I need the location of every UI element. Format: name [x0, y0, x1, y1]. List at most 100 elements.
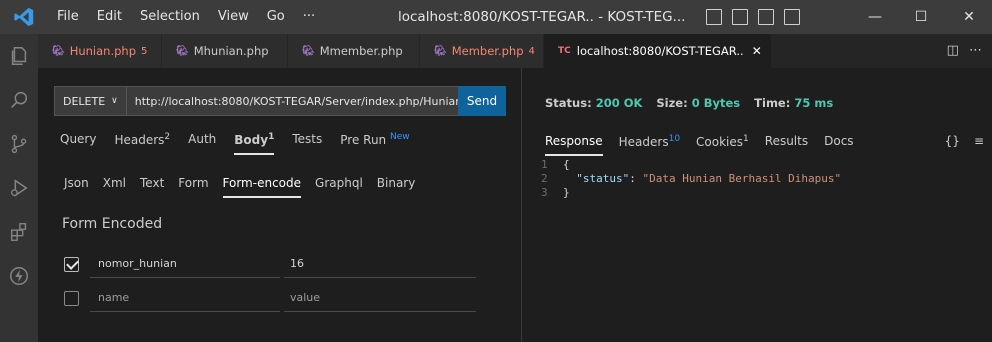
body-tab-json[interactable]: Json	[64, 176, 89, 198]
size-info: Size: 0 Bytes	[656, 96, 740, 110]
code-line: 3}	[541, 186, 841, 200]
format-json-icon[interactable]: {}	[945, 134, 960, 148]
toggle-secondary-sidebar-icon[interactable]	[758, 9, 774, 25]
close-window-button[interactable]: ✕	[946, 0, 992, 34]
menu-go[interactable]: Go	[258, 0, 294, 34]
tab-count: 2	[164, 132, 171, 142]
tab-label: Headers	[618, 135, 669, 149]
tab-cookies[interactable]: Cookies1	[696, 134, 749, 156]
tab-label: Hunian.php	[69, 44, 137, 58]
body-tab-xml[interactable]: Xml	[103, 176, 126, 198]
status-value: 200 OK	[595, 96, 643, 110]
form-row: name value	[60, 284, 480, 314]
tab-badge: 4	[528, 45, 535, 57]
tab-tests[interactable]: Tests	[292, 132, 322, 155]
tab-response-headers[interactable]: Headers10	[619, 134, 680, 156]
menu-icon[interactable]: ≡	[974, 134, 984, 148]
status-info: Status: 200 OK	[545, 96, 642, 110]
body-tab-text[interactable]: Text	[140, 176, 164, 198]
customize-layout-icon[interactable]	[784, 9, 800, 25]
body-tab-form-encode[interactable]: Form-encode	[222, 176, 302, 198]
menu-view[interactable]: View	[209, 0, 258, 34]
code-line: 1{	[541, 158, 841, 172]
request-tabs: Query Headers2 Auth Body1 Tests Pre Run …	[60, 132, 410, 155]
form-value-input[interactable]: 16	[284, 250, 476, 278]
json-key: "status"	[576, 172, 630, 185]
response-meta: Status: 200 OK Size: 0 Bytes Time: 75 ms	[545, 96, 833, 110]
minimize-button[interactable]: —	[852, 0, 898, 34]
tab-label: Body	[234, 133, 269, 147]
maximize-button[interactable]: ☐	[898, 0, 944, 34]
method-value: DELETE	[63, 94, 106, 108]
send-button[interactable]: Send	[458, 86, 506, 116]
chevron-down-icon: ∨	[111, 96, 118, 106]
tab-label: Cookies	[696, 135, 744, 149]
editor-tabs: 🐘︎ Hunian.php 5 🐘︎ Mhunian.php 🐘︎ Mmembe…	[38, 34, 992, 68]
body-tab-form[interactable]: Form	[178, 176, 208, 198]
code-text: {	[563, 158, 570, 171]
tab-mhunian-php[interactable]: 🐘︎ Mhunian.php	[162, 34, 288, 68]
body-tab-binary[interactable]: Binary	[377, 176, 416, 198]
close-tab-icon[interactable]: ✕	[752, 44, 762, 58]
line-number: 2	[541, 172, 548, 185]
tab-response[interactable]: Response	[545, 134, 603, 156]
source-control-icon[interactable]	[0, 122, 38, 166]
more-actions-icon[interactable]: ⋯	[969, 43, 982, 58]
split-editor-icon[interactable]: ◫	[947, 43, 959, 58]
activity-bar	[0, 34, 38, 342]
body-tab-graphql[interactable]: Graphql	[315, 176, 363, 198]
form-row-checkbox[interactable]	[64, 257, 79, 272]
line-number: 3	[541, 186, 548, 199]
run-debug-icon[interactable]	[0, 166, 38, 210]
tab-label: Pre Run	[340, 133, 387, 147]
vscode-logo-icon	[0, 0, 48, 34]
tab-label: Member.php	[451, 44, 524, 58]
php-icon: 🐘︎	[302, 45, 315, 57]
tab-docs[interactable]: Docs	[824, 134, 853, 156]
tab-body[interactable]: Body1	[234, 132, 275, 155]
menu-file[interactable]: File	[48, 0, 88, 34]
php-icon: 🐘︎	[176, 45, 189, 57]
tab-headers[interactable]: Headers2	[114, 132, 170, 155]
tab-pre-run[interactable]: Pre Run New	[340, 132, 409, 155]
tab-thunder-request[interactable]: TC localhost:8080/KOST-TEGAR.. ✕	[544, 34, 772, 68]
menu-edit[interactable]: Edit	[88, 0, 131, 34]
form-key-input[interactable]: nomor_hunian	[90, 250, 280, 278]
search-icon[interactable]	[0, 78, 38, 122]
menu-selection[interactable]: Selection	[131, 0, 209, 34]
line-number: 1	[541, 158, 548, 171]
code-text: }	[563, 186, 570, 199]
tab-member-php[interactable]: 🐘︎ Member.php 4	[420, 34, 544, 68]
time-value: 75 ms	[794, 96, 834, 110]
code-line: 2 "status": "Data Hunian Berhasil Dihapu…	[541, 172, 841, 186]
response-actions: {} ≡	[945, 134, 984, 148]
thunder-client-icon[interactable]	[0, 254, 38, 298]
title-bar: File Edit Selection View Go ··· localhos…	[0, 0, 992, 34]
response-body: 1{ 2 "status": "Data Hunian Berhasil Dih…	[541, 158, 841, 200]
body-type-tabs: Json Xml Text Form Form-encode Graphql B…	[64, 176, 415, 198]
tab-auth[interactable]: Auth	[188, 132, 216, 155]
form-row-checkbox[interactable]	[64, 291, 79, 306]
tab-label: Tests	[292, 132, 323, 146]
tab-count: 1	[743, 134, 749, 144]
response-tabs: Response Headers10 Cookies1 Results Docs	[545, 134, 854, 156]
explorer-icon[interactable]	[0, 34, 38, 78]
form-key-input[interactable]: name	[90, 284, 280, 312]
tab-hunian-php[interactable]: 🐘︎ Hunian.php 5	[38, 34, 162, 68]
php-icon: 🐘︎	[434, 45, 447, 57]
toggle-panel-icon[interactable]	[732, 9, 748, 25]
form-encoded-heading: Form Encoded	[62, 216, 163, 232]
request-panel: DELETE ∨ http://localhost:8080/KOST-TEGA…	[38, 68, 522, 342]
tab-mmember-php[interactable]: 🐘︎ Mmember.php	[288, 34, 420, 68]
tab-count: 10	[668, 134, 681, 144]
tab-count: 1	[268, 132, 275, 142]
status-label: Status:	[545, 96, 592, 110]
tab-query[interactable]: Query	[60, 132, 96, 155]
menu-more[interactable]: ···	[294, 0, 324, 34]
extensions-icon[interactable]	[0, 210, 38, 254]
url-input[interactable]: http://localhost:8080/KOST-TEGAR/Server/…	[127, 95, 458, 108]
form-value-input[interactable]: value	[284, 284, 476, 312]
tab-results[interactable]: Results	[765, 134, 808, 156]
toggle-sidebar-icon[interactable]	[706, 9, 722, 25]
method-select[interactable]: DELETE ∨	[55, 87, 127, 115]
